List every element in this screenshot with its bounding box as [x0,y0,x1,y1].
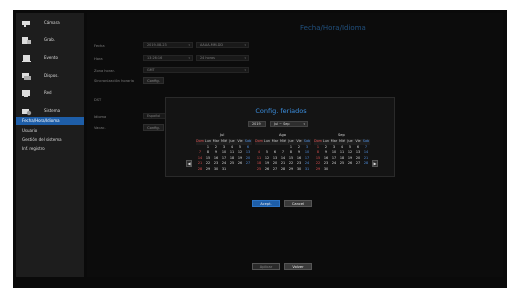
month-title: Jul [220,133,225,137]
month-calendar: Dom Lun Mar Mié Jue Vie Sab 1 2 3 4 5 6 7 8 9 10 11 12 13 14… [255,139,311,172]
day-cell[interactable]: 29 [204,167,212,173]
sidebar-item-label: Dispos. [44,73,59,78]
network-icon [22,90,30,97]
day-cell[interactable]: 30 [295,167,303,173]
day-cell[interactable]: 30 [212,167,220,173]
sidebar-item-label: Cámara [44,20,60,25]
holiday-dialog: Config. feriados 2019 Jul ~ Sep ▾ ◀ ▶ Jul… [165,97,395,207]
month-range-select[interactable]: Jul ~ Sep ▾ [270,121,308,127]
sidebar-item-red[interactable]: Red [16,85,84,105]
day-cell[interactable]: 31 [220,167,228,173]
year-select[interactable]: 2019 [248,121,266,127]
sidebar-item-evento[interactable]: Evento [16,50,84,70]
cancel-button[interactable]: Cancel [284,200,312,207]
camera-icon [22,21,30,27]
sidebar-subitem-inf-registro[interactable]: Inf. registro [16,145,84,153]
day-cell[interactable]: 28 [196,167,204,173]
day-cell [330,167,338,173]
back-button[interactable]: Volver [284,263,312,270]
apply-button[interactable]: Aplicar [252,263,280,270]
day-cell [236,167,244,173]
sidebar-subitem-fecha-hora-idioma[interactable]: Fecha/Hora/Idioma [16,117,84,125]
year-value: 2019 [252,122,261,126]
chevron-right-icon: ▶ [373,161,377,166]
sidebar-item-label: Sistema [44,108,61,113]
day-cell[interactable]: 27 [271,167,279,173]
record-icon [22,37,31,44]
day-cell[interactable]: 29 [314,167,322,173]
device-icon [22,73,31,80]
month-calendar: Dom Lun Mar Mié Jue Vie Sab 1 2 3 4 5 6 7 8 9 10 11 12 13 14… [314,139,370,172]
accept-button[interactable]: Acept. [252,200,280,207]
week-row: 29 30 [314,167,370,173]
day-cell[interactable]: 25 [255,167,263,173]
day-cell [228,167,236,173]
range-value: Jul ~ Sep [274,122,290,126]
sidebar-subitem-usuario[interactable]: Usuario [16,127,84,135]
week-row: 28 29 30 31 [196,167,252,173]
system-icon [22,109,32,116]
chevron-down-icon: ▾ [303,122,305,126]
sidebar: Cámara Grab. Evento Dispos. Red Sistema … [16,13,84,277]
sidebar-item-label: Red [44,90,52,95]
dialog-title: Config. feriados [255,107,307,115]
sidebar-subitem-gestion-sistema[interactable]: Gestión del sistema [16,136,84,144]
month-calendar: Dom Lun Mar Mié Jue Vie Sab 1 2 3 4 5 6 7 8 9 10 11 12 13 14… [196,139,252,172]
day-cell [354,167,362,173]
day-cell[interactable]: 30 [322,167,330,173]
sidebar-item-label: Evento [44,55,58,60]
week-row: 25 26 27 28 29 30 31 [255,167,311,173]
day-cell[interactable]: 28 [279,167,287,173]
day-cell [244,167,252,173]
day-cell [338,167,346,173]
month-title: Ago [279,133,286,137]
sidebar-item-label: Grab. [44,37,56,42]
day-cell [362,167,370,173]
day-cell [346,167,354,173]
month-title: Sep [338,133,345,137]
prev-month-button[interactable]: ◀ [186,160,192,167]
next-month-button[interactable]: ▶ [372,160,378,167]
day-cell[interactable]: 31 [303,167,311,173]
day-cell[interactable]: 26 [263,167,271,173]
event-icon [22,55,31,62]
chevron-left-icon: ◀ [187,161,191,166]
day-cell[interactable]: 29 [287,167,295,173]
sidebar-item-grab[interactable]: Grab. [16,32,84,52]
